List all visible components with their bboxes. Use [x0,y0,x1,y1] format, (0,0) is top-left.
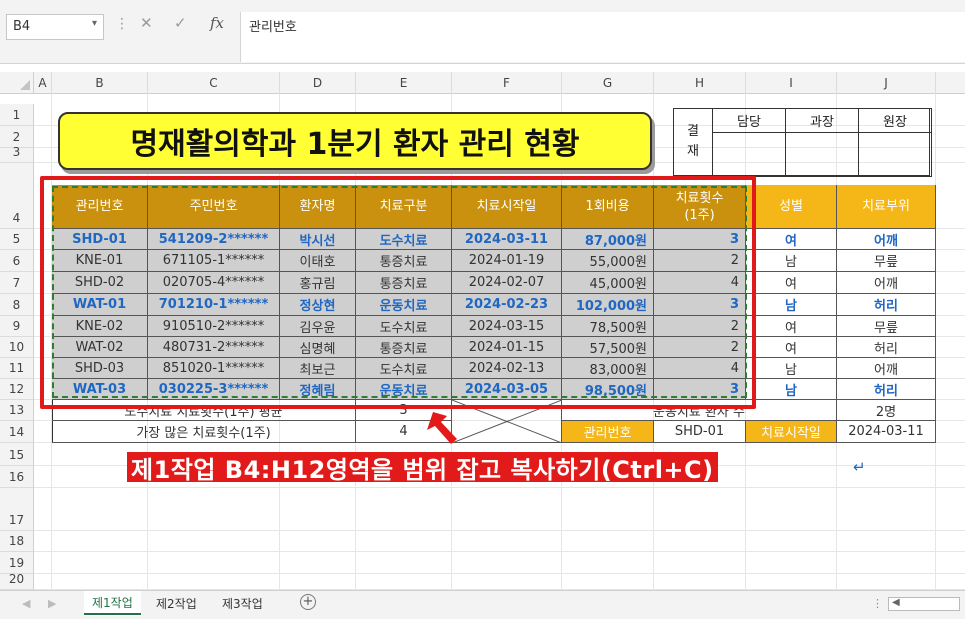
row-header-10[interactable]: 10 [0,337,34,358]
annotation-arrow-icon [427,412,457,444]
column-header-h[interactable]: H [654,72,746,94]
approval-header-1: 담당 [712,108,786,133]
select-all-corner[interactable] [0,72,34,94]
table-cell[interactable]: 허리 [837,294,936,316]
summary-value-13-right[interactable]: 2명 [837,400,936,421]
row-header-11[interactable]: 11 [0,358,34,379]
row-header-5[interactable]: 5 [0,229,34,250]
approval-side-label-2: 재 [687,144,699,159]
row-header-15[interactable]: 15 [0,443,34,466]
table-cell[interactable]: 여 [746,229,837,250]
table-cell[interactable]: 여 [746,337,837,358]
formula-input[interactable]: 관리번호 [240,12,965,62]
table-cell[interactable]: 무릎 [837,250,936,272]
formula-bar: B4 ▾ ⋮ ✕ ✓ fx 관리번호 [0,0,965,64]
summary-date-label[interactable]: 치료시작일 [746,421,837,443]
row-header-1[interactable]: 1 [0,104,34,126]
table-cell[interactable]: 허리 [837,379,936,400]
column-header-a[interactable]: A [34,72,52,94]
row-header-16[interactable]: 16 [0,466,34,488]
row-header-7[interactable]: 7 [0,272,34,294]
table-cell[interactable]: 남 [746,379,837,400]
row-header-4[interactable]: 4 [0,163,34,229]
summary-key-label[interactable]: 관리번호 [562,421,654,443]
summary-date-value[interactable]: 2024-03-11 [837,421,936,443]
column-header-f[interactable]: F [452,72,562,94]
approval-header-2: 과장 [785,108,859,133]
row-header-17[interactable]: 17 [0,488,34,531]
table-cell[interactable]: 남 [746,358,837,379]
chevron-down-icon[interactable]: ▾ [92,18,97,29]
table-cell[interactable]: 허리 [837,337,936,358]
table-cell[interactable]: 어깨 [837,272,936,294]
column-header-d[interactable]: D [280,72,356,94]
row-header-3[interactable]: 3 [0,145,34,163]
add-sheet-button[interactable]: + [300,594,316,610]
column-header-i[interactable]: I [746,72,837,94]
summary-label-14[interactable]: 가장 많은 치료횟수(1주) [52,421,356,443]
column-header-e[interactable]: E [356,72,452,94]
column-header-c[interactable]: C [148,72,280,94]
scroll-left-icon[interactable]: ◀ [892,597,900,608]
row-header-13[interactable]: 13 [0,400,34,421]
sheet-tab-1[interactable]: 제1작업 [84,591,141,615]
table-cell[interactable]: 어깨 [837,358,936,379]
row-header-20[interactable]: 20 [0,572,34,590]
horizontal-scrollbar[interactable]: ◀ [888,597,960,611]
row-header-19[interactable]: 19 [0,552,34,574]
row-header-14[interactable]: 14 [0,421,34,443]
approval-sign-1[interactable] [712,132,786,177]
approval-sign-2[interactable] [785,132,859,177]
approval-table: 결 재 담당 과장 원장 [673,108,932,177]
table-header-cell[interactable]: 성별 [746,185,837,229]
title-banner: 명재활의학과 1분기 환자 관리 현황 [58,112,652,170]
table-cell[interactable]: 여 [746,316,837,337]
instruction-banner: 제1작업 B4:H12영역을 범위 잡고 복사하기(Ctrl+C) [127,452,718,484]
more-icon: ⋮ [872,597,883,610]
sheet-tab-2[interactable]: 제2작업 [148,591,205,615]
row-header-9[interactable]: 9 [0,316,34,337]
selection-annotation-box [40,176,756,409]
enter-icon[interactable]: ✓ [174,14,187,32]
table-header-cell[interactable]: 치료부위 [837,185,936,229]
approval-side-label: 결재 [673,108,713,176]
more-icon: ⋮ [115,16,129,32]
approval-sign-3[interactable] [858,132,932,177]
column-header-j[interactable]: J [837,72,936,94]
approval-header-3: 원장 [858,108,932,133]
sheet-tabs-bar: ◀ ▶ 제1작업 제2작업 제3작업 + ⋮ ◀ [0,590,965,619]
prev-sheet-icon[interactable]: ◀ [22,597,30,610]
table-cell[interactable]: 어깨 [837,229,936,250]
next-sheet-icon[interactable]: ▶ [48,597,56,610]
name-box[interactable]: B4 ▾ [6,14,104,40]
name-box-value: B4 [13,19,31,34]
row-header-8[interactable]: 8 [0,294,34,316]
table-cell[interactable]: 무릎 [837,316,936,337]
column-headers: ABCDEFGHIJ [0,72,965,94]
insert-function-icon[interactable]: fx [210,14,224,32]
table-cell[interactable]: 남 [746,294,837,316]
cancel-icon[interactable]: ✕ [140,14,153,32]
column-header-b[interactable]: B [52,72,148,94]
column-header-g[interactable]: G [562,72,654,94]
table-cell[interactable]: 여 [746,272,837,294]
table-cell[interactable]: 남 [746,250,837,272]
row-header-6[interactable]: 6 [0,250,34,272]
sheet-tab-3[interactable]: 제3작업 [214,591,271,615]
summary-key-value[interactable]: SHD-01 [654,421,746,443]
return-icon: ↵ [853,458,866,476]
approval-side-label-1: 결 [687,124,699,139]
row-header-12[interactable]: 12 [0,379,34,400]
row-header-18[interactable]: 18 [0,531,34,552]
